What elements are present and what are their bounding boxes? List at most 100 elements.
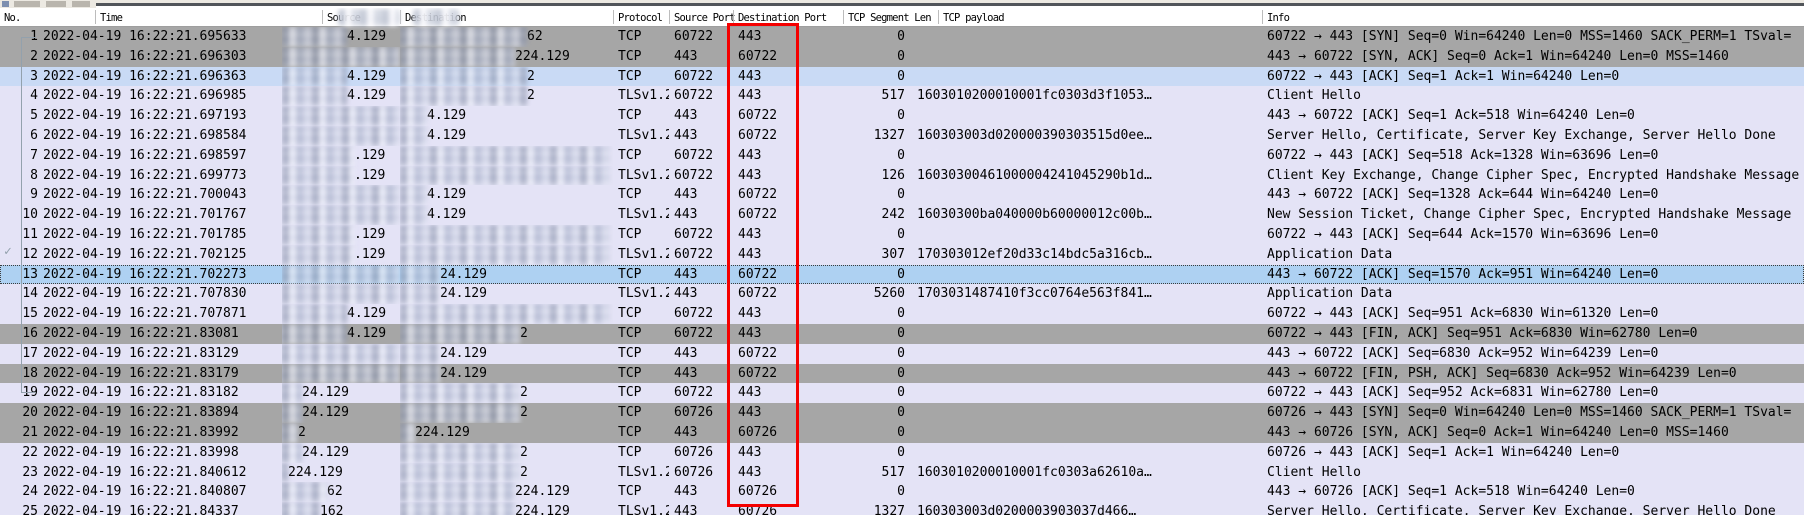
packet-row[interactable]: 202022-04-19 16:22:21.8389424.1292TCP607… (0, 403, 1804, 423)
column-header-no[interactable]: No. (4, 12, 21, 24)
cell-info: 443 → 60722 [SYN, ACK] Seq=0 Ack=1 Win=6… (1262, 47, 1804, 67)
packet-row[interactable]: 122022-04-19 16:22:21.702125.129TLSv1.26… (0, 245, 1804, 265)
cell-protocol: TCP (613, 146, 669, 166)
cell-time: 2022-04-19 16:22:21.83179 (40, 364, 282, 384)
cell-source-visible-tail: 4.129 (347, 86, 386, 106)
cell-packet-number: 17 (0, 344, 40, 364)
cell-destination-visible-tail: 24.129 (440, 284, 487, 304)
cell-destination: 62 (400, 27, 613, 47)
cell-destination-port: 443 (733, 166, 843, 186)
header-separator[interactable] (1262, 10, 1263, 24)
cell-destination-visible-tail: 2 (520, 463, 528, 483)
cell-packet-number: 8 (0, 166, 40, 186)
cell-packet-number: 4 (0, 86, 40, 106)
cell-protocol: TCP (613, 403, 669, 423)
packet-row[interactable]: 242022-04-19 16:22:21.84080762224.129TCP… (0, 482, 1804, 502)
packet-row[interactable]: 142022-04-19 16:22:21.70783024.129TLSv1.… (0, 284, 1804, 304)
header-separator[interactable] (400, 10, 401, 24)
cell-tcp-segment-len: 1327 (843, 502, 910, 515)
packet-row[interactable]: 192022-04-19 16:22:21.8318224.1292TCP607… (0, 383, 1804, 403)
packet-row[interactable]: 222022-04-19 16:22:21.8399824.1292TCP607… (0, 443, 1804, 463)
packet-row[interactable]: 32022-04-19 16:22:21.6963634.1292TCP6072… (0, 67, 1804, 87)
redaction-blur (282, 126, 400, 146)
header-separator[interactable] (95, 10, 96, 24)
packet-row[interactable]: 82022-04-19 16:22:21.699773.129TLSv1.260… (0, 166, 1804, 186)
cell-packet-number: 10 (0, 205, 40, 225)
cell-destination-visible-tail: 224.129 (515, 482, 570, 502)
header-separator[interactable] (938, 10, 939, 24)
redaction-blur (282, 502, 320, 515)
packet-row[interactable]: 152022-04-19 16:22:21.7078714.129TCP6072… (0, 304, 1804, 324)
packet-row[interactable]: 162022-04-19 16:22:21.830814.1292TCP6072… (0, 324, 1804, 344)
cell-source (282, 126, 400, 146)
cell-protocol: TLSv1.2 (613, 205, 669, 225)
packet-row[interactable]: 252022-04-19 16:22:21.84337162224.129TLS… (0, 502, 1804, 515)
packet-row[interactable]: 12022-04-19 16:22:21.6956334.12962TCP607… (0, 27, 1804, 47)
cell-info: 60722 → 443 [ACK] Seq=518 Ack=1328 Win=6… (1262, 146, 1804, 166)
packet-row[interactable]: 102022-04-19 16:22:21.7017674.129TLSv1.2… (0, 205, 1804, 225)
redaction-blur (282, 265, 400, 285)
cell-source-port: 443 (669, 47, 733, 67)
redaction-blur (282, 344, 400, 364)
packet-row[interactable]: 132022-04-19 16:22:21.70227324.129TCP443… (0, 265, 1804, 285)
cell-source: .129 (282, 146, 400, 166)
packet-row[interactable]: 62022-04-19 16:22:21.6985844.129TLSv1.24… (0, 126, 1804, 146)
cell-destination-port: 60722 (733, 284, 843, 304)
column-header-info[interactable]: Info (1267, 12, 1289, 24)
packet-row[interactable]: 52022-04-19 16:22:21.6971934.129TCP44360… (0, 106, 1804, 126)
packet-row[interactable]: 92022-04-19 16:22:21.7000434.129TCP44360… (0, 185, 1804, 205)
cell-destination (400, 146, 613, 166)
packet-row[interactable]: 182022-04-19 16:22:21.8317924.129TCP4436… (0, 364, 1804, 384)
packet-row[interactable]: 232022-04-19 16:22:21.840612224.1292TLSv… (0, 463, 1804, 483)
header-separator[interactable] (733, 10, 734, 24)
cell-info: Client Key Exchange, Change Cipher Spec,… (1262, 166, 1804, 186)
redaction-blur (282, 304, 347, 324)
cell-protocol: TCP (613, 324, 669, 344)
cell-source: 224.129 (282, 463, 400, 483)
column-header-tcp-payload[interactable]: TCP payload (943, 12, 1004, 24)
cell-destination: 2 (400, 324, 613, 344)
packet-row[interactable]: 42022-04-19 16:22:21.6969854.1292TLSv1.2… (0, 86, 1804, 106)
cell-packet-number: 23 (0, 463, 40, 483)
packet-row[interactable]: 72022-04-19 16:22:21.698597.129TCP607224… (0, 146, 1804, 166)
cell-destination (400, 245, 613, 265)
cell-tcp-payload: 16030300461000004241045290b1d… (910, 166, 1262, 186)
cell-time: 2022-04-19 16:22:21.84337 (40, 502, 282, 515)
column-header-destination-port[interactable]: Destination Port (738, 12, 826, 24)
redaction-blur (400, 205, 427, 225)
redaction-blur (282, 27, 347, 47)
cell-destination-visible-tail: 4.129 (427, 106, 466, 126)
cell-info: 443 → 60726 [SYN, ACK] Seq=0 Ack=1 Win=6… (1262, 423, 1804, 443)
cell-destination: 224.129 (400, 47, 613, 67)
cell-destination-visible-tail: 24.129 (440, 364, 487, 384)
toolbar-icon-fragment (72, 1, 90, 7)
cell-destination-port: 443 (733, 324, 843, 344)
header-separator[interactable] (613, 10, 614, 24)
cell-destination-visible-tail: 24.129 (440, 344, 487, 364)
cell-destination-visible-tail: 4.129 (427, 126, 466, 146)
column-header-time[interactable]: Time (100, 12, 122, 24)
column-header-source-port[interactable]: Source Port (674, 12, 735, 24)
cell-destination: 4.129 (400, 205, 613, 225)
packet-row[interactable]: 22022-04-19 16:22:21.696303224.129TCP443… (0, 47, 1804, 67)
cell-destination: 4.129 (400, 185, 613, 205)
toolbar-bottom-edge (0, 0, 1804, 8)
header-separator[interactable] (322, 10, 323, 24)
column-header-protocol[interactable]: Protocol (618, 12, 662, 24)
header-separator[interactable] (843, 10, 844, 24)
redaction-blur (282, 443, 302, 463)
cell-destination (400, 304, 613, 324)
packet-row[interactable]: 112022-04-19 16:22:21.701785.129TCP60722… (0, 225, 1804, 245)
cell-tcp-payload (910, 146, 1262, 166)
column-header-tcp-segment-len[interactable]: TCP Segment Len (848, 12, 931, 24)
packet-row[interactable]: 212022-04-19 16:22:21.839922224.129TCP44… (0, 423, 1804, 443)
cell-time: 2022-04-19 16:22:21.840612 (40, 463, 282, 483)
header-separator[interactable] (669, 10, 670, 24)
cell-source: 4.129 (282, 304, 400, 324)
cell-info: 443 → 60722 [ACK] Seq=1570 Ack=951 Win=6… (1262, 265, 1804, 285)
redaction-blur (400, 225, 610, 245)
cell-tcp-segment-len: 0 (843, 106, 910, 126)
packet-row[interactable]: 172022-04-19 16:22:21.8312924.129TCP4436… (0, 344, 1804, 364)
cell-time: 2022-04-19 16:22:21.83129 (40, 344, 282, 364)
redaction-blur (400, 324, 520, 344)
